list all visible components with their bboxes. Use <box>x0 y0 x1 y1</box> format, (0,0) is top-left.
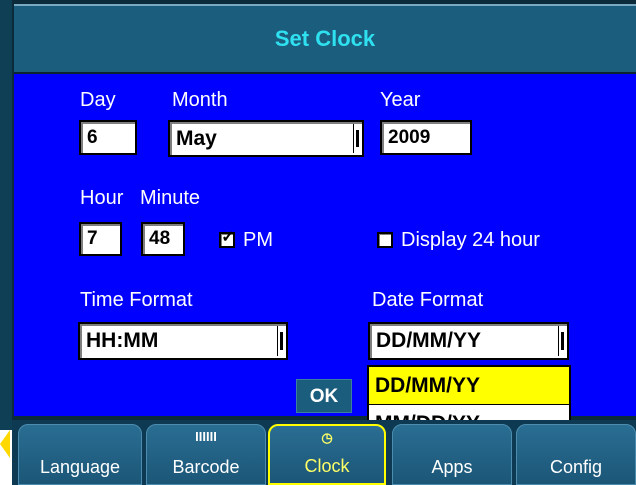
minute-value: 48 <box>149 228 171 249</box>
month-label: Month <box>172 89 228 111</box>
hour-field[interactable]: 7 <box>79 222 122 256</box>
month-select[interactable]: May <box>168 120 364 157</box>
pm-checkbox[interactable]: ✓ <box>219 229 235 248</box>
time-format-value: HH:MM <box>86 329 159 352</box>
tab-clock-label: Clock <box>304 456 350 476</box>
tab-clock[interactable]: ◷ Clock <box>268 424 386 485</box>
year-value: 2009 <box>388 126 431 148</box>
tab-language-label: Language <box>39 457 121 477</box>
date-format-value: DD/MM/YY <box>376 329 481 352</box>
dialog-title: Set Clock <box>274 26 376 51</box>
year-field[interactable]: 2009 <box>380 120 472 155</box>
tab-apps[interactable]: Apps <box>392 424 512 485</box>
minute-label: Minute <box>140 187 201 209</box>
day-value: 6 <box>87 126 98 148</box>
display-24-hour-checkbox[interactable] <box>377 232 393 248</box>
title-bar: Set Clock <box>14 4 636 74</box>
month-dropdown-icon[interactable] <box>353 124 362 153</box>
tab-barcode-label: Barcode <box>172 457 240 477</box>
tab-apps-label: Apps <box>431 457 473 477</box>
hour-value: 7 <box>87 228 98 249</box>
date-format-dropdown-icon[interactable] <box>558 326 567 356</box>
tab-config-label: Config <box>549 457 603 477</box>
year-label: Year <box>380 89 421 111</box>
set-clock-screen: Set Clock Day Month Year 6 May 2009 Hour… <box>0 0 636 485</box>
time-format-select[interactable]: HH:MM <box>78 322 288 360</box>
time-format-label: Time Format <box>80 289 193 311</box>
month-value: May <box>176 126 217 150</box>
left-edge-strip <box>0 0 12 430</box>
scroll-left-arrow-icon[interactable] <box>0 430 10 458</box>
tab-language[interactable]: Language <box>18 424 142 485</box>
tab-barcode[interactable]: IIIIII Barcode <box>146 424 266 485</box>
day-label: Day <box>80 89 116 111</box>
pm-label: PM <box>243 229 273 251</box>
clock-icon: ◷ <box>321 430 333 445</box>
date-format-label: Date Format <box>372 289 484 311</box>
time-format-dropdown-icon[interactable] <box>277 326 286 356</box>
hour-label: Hour <box>80 187 124 209</box>
checkmark-icon: ✓ <box>221 229 235 246</box>
ok-button[interactable]: OK <box>296 379 352 413</box>
date-format-option-ddmmyy[interactable]: DD/MM/YY <box>369 367 569 404</box>
tab-config[interactable]: Config <box>516 424 636 485</box>
date-format-select[interactable]: DD/MM/YY <box>368 322 569 360</box>
display-24-hour-label: Display 24 hour <box>401 229 540 251</box>
minute-field[interactable]: 48 <box>141 222 185 256</box>
barcode-icon: IIIIII <box>195 429 217 444</box>
day-field[interactable]: 6 <box>79 120 137 155</box>
